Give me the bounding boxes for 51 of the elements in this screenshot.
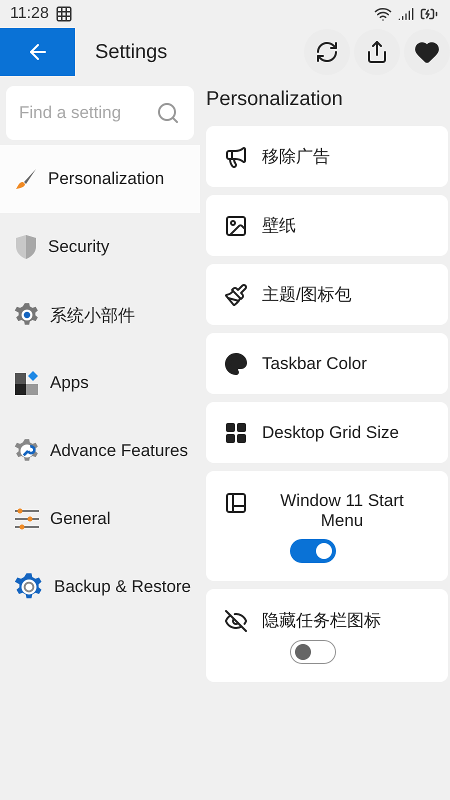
setting-label: 移除广告 (262, 146, 330, 168)
status-time: 11:28 (10, 5, 49, 23)
sidebar-item-label: Personalization (48, 169, 164, 189)
shield-icon (14, 234, 38, 260)
refresh-icon (315, 40, 339, 64)
sidebar-item-label: General (50, 509, 110, 529)
setting-card[interactable]: Desktop Grid Size (206, 402, 448, 463)
gear-wrench-icon (14, 438, 40, 464)
sidebar-item[interactable]: Personalization (0, 145, 200, 213)
heart-icon (414, 39, 440, 65)
megaphone-icon (224, 144, 248, 168)
sidebar-item[interactable]: Apps (0, 349, 200, 417)
layout-icon (224, 491, 248, 515)
sidebar-item-label: Advance Features (50, 441, 188, 461)
image-icon (224, 214, 248, 238)
page-title: Settings (95, 40, 168, 64)
apps-icon (14, 370, 40, 396)
paintbrush-icon (224, 282, 248, 306)
search-field[interactable]: Find a setting (6, 86, 194, 140)
sidebar-item[interactable]: General (0, 485, 200, 553)
setting-label: Window 11 Start Menu (279, 491, 405, 531)
sidebar-item-label: Apps (50, 373, 89, 393)
signal-icon (398, 6, 414, 22)
sidebar-item-label: Security (48, 237, 110, 257)
grid-icon (224, 420, 248, 444)
setting-card[interactable]: 主题/图标包 (206, 264, 448, 325)
section-title: Personalization (206, 88, 344, 112)
sidebar-item-label: Backup & Restore (54, 577, 192, 597)
palette-icon (224, 352, 248, 376)
setting-label: Taskbar Color (262, 354, 367, 374)
setting-card[interactable]: 移除广告 (206, 126, 448, 187)
sidebar-item[interactable]: Backup & Restore (0, 553, 200, 621)
sidebar-item[interactable]: Security (0, 213, 200, 281)
setting-label: 主题/图标包 (262, 284, 352, 306)
toggle-switch[interactable] (290, 640, 336, 664)
sidebar-item[interactable]: 系统小部件 (0, 281, 200, 349)
eye-off-icon (224, 609, 248, 633)
share-icon (365, 40, 389, 64)
search-icon (156, 101, 180, 125)
gear-icon (14, 302, 40, 328)
wifi-icon (374, 5, 392, 23)
sliders-icon (14, 507, 40, 531)
setting-label: Desktop Grid Size (262, 422, 399, 442)
sidebar-item-label: 系统小部件 (50, 304, 135, 326)
grid-icon (54, 5, 73, 23)
toggle-switch[interactable] (290, 539, 336, 563)
setting-card[interactable]: Taskbar Color (206, 333, 448, 394)
sidebar-item[interactable]: Advance Features (0, 417, 200, 485)
setting-label: 壁纸 (262, 215, 296, 237)
setting-label: 隐藏任务栏图标 (262, 610, 381, 632)
setting-card[interactable]: 壁纸 (206, 195, 448, 256)
